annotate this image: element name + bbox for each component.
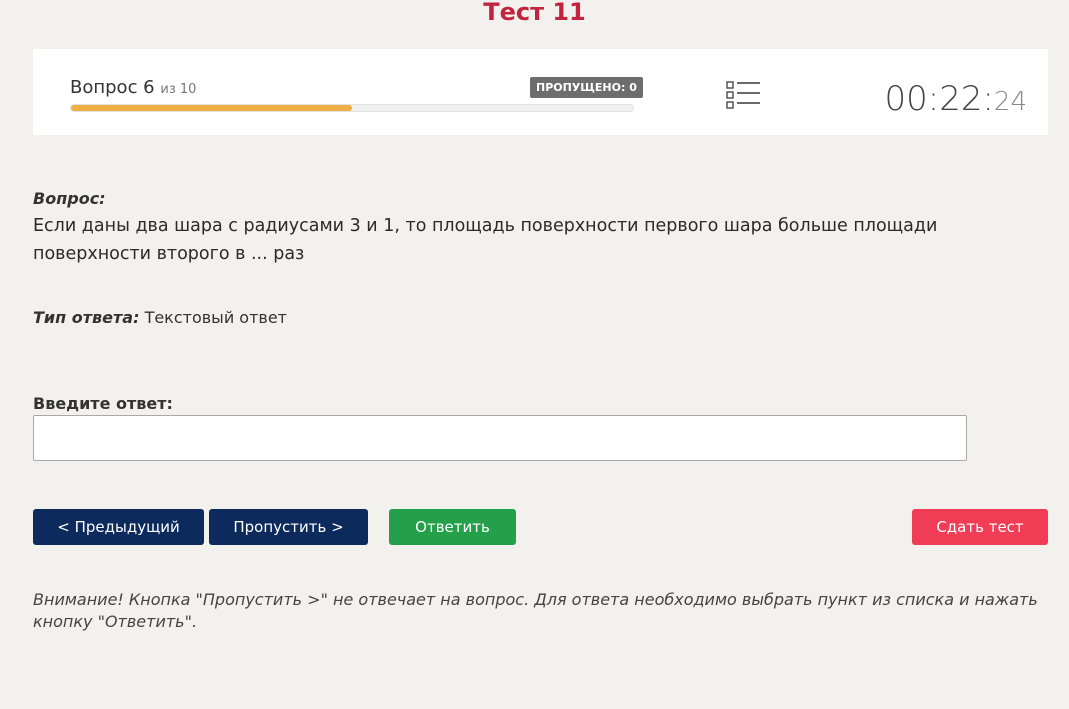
timer-seconds: 24: [993, 87, 1027, 117]
answer-type: Тип ответа: Текстовый ответ: [33, 308, 287, 327]
question-list-icon: [726, 81, 760, 109]
finish-test-button[interactable]: Сдать тест: [912, 509, 1048, 545]
answer-type-value: Текстовый ответ: [144, 308, 287, 327]
skip-button[interactable]: Пропустить >: [209, 509, 368, 545]
question-list-button[interactable]: [725, 79, 761, 111]
answer-input[interactable]: [33, 415, 967, 461]
progress-bar: [70, 104, 634, 112]
test-page: Тест 11 Вопрос 6 из 10 ПРОПУЩЕНО: 0 00:2…: [0, 0, 1069, 709]
skip-notice: Внимание! Кнопка "Пропустить >" не отвеч…: [33, 590, 1038, 631]
answer-type-label: Тип ответа:: [33, 308, 140, 327]
question-total: из 10: [160, 82, 197, 97]
test-header-panel: Вопрос 6 из 10 ПРОПУЩЕНО: 0 00:22:24: [33, 49, 1048, 135]
countdown-timer: 00:22:24: [884, 79, 1027, 122]
timer-main: 00:22:: [884, 79, 994, 119]
question-counter: Вопрос 6 из 10: [70, 77, 196, 98]
question-text: Если даны два шара с радиусами 3 и 1, то…: [33, 216, 938, 264]
question-number: Вопрос 6: [70, 77, 155, 98]
progress-fill: [71, 105, 352, 111]
answer-button[interactable]: Ответить: [389, 509, 516, 545]
answer-input-label: Введите ответ:: [33, 394, 173, 413]
previous-button[interactable]: < Предыдущий: [33, 509, 204, 545]
skipped-badge: ПРОПУЩЕНО: 0: [530, 77, 643, 98]
question-label: Вопрос:: [33, 189, 106, 208]
page-title: Тест 11: [483, 0, 586, 26]
